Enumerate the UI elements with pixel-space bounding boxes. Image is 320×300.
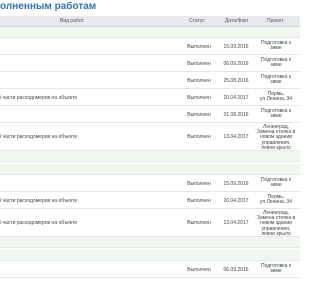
cell-project: Подготовка к зиме: [261, 40, 291, 52]
cell-status: Выполнен: [187, 44, 211, 50]
table-row[interactable]: Выполнен 06.09.2016 Подготовка к зиме: [0, 55, 300, 72]
cell-work-type: і части расходомеров на объекте: [0, 134, 78, 140]
group-row: [0, 27, 300, 38]
cell-work-type: і части расходомеров на объекте: [0, 220, 78, 226]
header-project[interactable]: Проект: [267, 18, 283, 24]
cell-work-type: і части расходомеров на объекте: [0, 198, 78, 204]
group-row: [0, 237, 300, 248]
table-header: Вид работ Статус Дата/Факт Проект: [0, 16, 300, 27]
cell-project: Пермь, ул.Ленина, 34: [259, 91, 293, 103]
cell-project: Ленинград, Замена стояка в новом здании …: [256, 124, 296, 151]
cell-project: Подготовка к зиме: [261, 177, 291, 189]
cell-status: Выполнен: [187, 134, 211, 140]
works-table: Вид работ Статус Дата/Факт Проект Выполн…: [0, 16, 300, 278]
header-date[interactable]: Дата/Факт: [225, 18, 249, 24]
table-row[interactable]: і части расходомеров на объекте Выполнен…: [0, 209, 300, 237]
table-row[interactable]: і части расходомеров на объекте Выполнен…: [0, 192, 300, 209]
cell-date: 06.09.2016: [223, 267, 249, 273]
table-row[interactable]: Выполнен 15.09.2016 Подготовка к зиме: [0, 38, 300, 55]
cell-date: 20.04.2017: [223, 95, 249, 101]
cell-status: Выполнен: [187, 78, 211, 84]
cell-work-type: і части расходомеров на объекте: [0, 95, 78, 101]
table-row[interactable]: і части расходомеров на объекте Выполнен…: [0, 89, 300, 106]
cell-status: Выполнен: [187, 267, 211, 273]
cell-status: Выполнен: [187, 181, 211, 187]
cell-date: 31.08.2016: [223, 112, 249, 118]
cell-status: Выполнен: [187, 220, 211, 226]
group-row: [0, 164, 300, 175]
cell-project: Подготовка к зиме: [261, 74, 291, 86]
cell-project: Пермь, ул.Ленина, 34: [259, 194, 293, 206]
group-row: [0, 250, 300, 261]
cell-status: Выполнен: [187, 95, 211, 101]
header-work-type[interactable]: Вид работ: [60, 18, 84, 24]
table-row[interactable]: і части расходомеров на объекте Выполнен…: [0, 123, 300, 151]
cell-status: Выполнен: [187, 61, 211, 67]
cell-project: Подготовка к зиме: [261, 57, 291, 69]
table-row[interactable]: Выполнен 31.08.2016 Подготовка к зиме: [0, 106, 300, 123]
cell-status: Выполнен: [187, 112, 211, 118]
table-row[interactable]: Выполнен 15.09.2016 Подготовка к зиме: [0, 175, 300, 192]
cell-project: Ленинград, Замена стояка в новом здании …: [256, 210, 296, 237]
cell-date: 15.09.2016: [223, 44, 249, 50]
cell-project: Подготовка к зиме: [261, 263, 291, 275]
cell-project: Подготовка к зиме: [261, 108, 291, 120]
cell-date: 20.04.2017: [223, 198, 249, 204]
cell-date: 25.08.2016: [223, 78, 249, 84]
cell-date: 13.04.2017: [223, 220, 249, 226]
cell-date: 13.04.2017: [223, 134, 249, 140]
cell-date: 15.09.2016: [223, 181, 249, 187]
group-row: [0, 151, 300, 162]
cell-date: 06.09.2016: [223, 61, 249, 67]
table-row[interactable]: Выполнен 06.09.2016 Подготовка к зиме: [0, 261, 300, 278]
header-status[interactable]: Статус: [189, 18, 205, 24]
page-title: олненным работам: [0, 1, 97, 12]
cell-status: Выполнен: [187, 198, 211, 204]
table-row[interactable]: Выполнен 25.08.2016 Подготовка к зиме: [0, 72, 300, 89]
